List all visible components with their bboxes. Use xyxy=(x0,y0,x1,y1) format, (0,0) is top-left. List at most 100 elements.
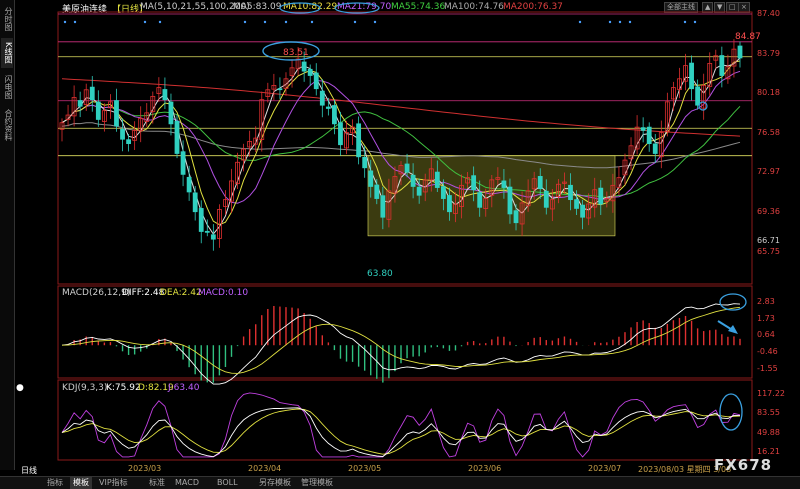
candle-body-57 xyxy=(404,163,410,173)
candle-body-24 xyxy=(204,230,210,233)
kdj-annotation-ellipse xyxy=(719,393,743,431)
signal-dot-15 xyxy=(693,20,697,24)
annotation-label-low: 63.80 xyxy=(367,269,393,279)
x-tick-0: 2023/03 xyxy=(128,464,162,473)
main-y-tick-6: 65.75 xyxy=(757,246,780,256)
bottom-tab-1[interactable]: 指标 xyxy=(44,477,66,489)
candle-body-53 xyxy=(380,195,386,218)
candle-body-58 xyxy=(410,174,416,187)
bottom-tab-3[interactable]: VIP指标 xyxy=(96,477,131,489)
main-y-tick-2: 80.18 xyxy=(757,88,780,98)
bottom-tab-7[interactable]: 另存模板 xyxy=(256,477,294,489)
candle-body-25 xyxy=(210,234,216,240)
macd-value: MACD:0.10 xyxy=(198,288,249,298)
signal-dot-4 xyxy=(243,20,247,24)
signal-dot-6 xyxy=(284,20,288,24)
main-y-tick-5: 69.36 xyxy=(757,207,780,217)
bottom-tab-2[interactable]: 模板 xyxy=(70,477,92,489)
macd-diff-line xyxy=(61,303,741,385)
candle-body-109 xyxy=(719,55,725,76)
kdj-k-line xyxy=(61,407,741,458)
macd-label: MACD(26,12,9) xyxy=(62,288,131,298)
candle-body-105 xyxy=(695,86,701,106)
x-tick-4: 2023/07 xyxy=(588,464,622,473)
macd-y-tick-3: -0.46 xyxy=(757,347,778,357)
candle-body-18 xyxy=(168,101,174,125)
candle-body-17 xyxy=(162,89,168,101)
candle-body-112 xyxy=(737,45,743,59)
main-y-tick-0: 87.40 xyxy=(757,9,780,18)
signal-dot-10 xyxy=(578,20,582,24)
candle-body-19 xyxy=(174,120,180,154)
bottom-tab-6[interactable]: BOLL xyxy=(214,477,241,489)
kdj-label: KDJ(9,3,3) xyxy=(62,383,108,393)
bottom-tab-0[interactable]: 日线 xyxy=(18,465,40,477)
macd-y-tick-2: 0.64 xyxy=(757,330,775,340)
bottom-toolbar: 日线 指标 模板 VIP指标 标准 MACD BOLL 另存模板 管理模板 xyxy=(0,466,800,489)
signal-dot-1 xyxy=(73,20,77,24)
kdj-j: J:63.40 xyxy=(168,383,200,393)
macd-dea: DEA:2.42 xyxy=(160,288,202,298)
candle-body-3 xyxy=(77,100,83,107)
candle-body-50 xyxy=(362,156,368,169)
candle-body-42 xyxy=(313,72,319,90)
main-y-tick-4: 72.97 xyxy=(757,167,780,177)
kdj-y-tick-1: 83.55 xyxy=(757,408,780,418)
candle-body-98 xyxy=(652,143,658,154)
bottom-tab-5[interactable]: MACD xyxy=(172,477,202,489)
bottom-tab-8[interactable]: 管理模板 xyxy=(298,477,336,489)
candle-body-85 xyxy=(574,199,579,209)
candle-body-5 xyxy=(89,86,95,101)
bottom-tab-4[interactable]: 标准 xyxy=(146,477,168,489)
candle-body-51 xyxy=(368,170,374,187)
signal-dot-5 xyxy=(263,20,267,24)
candle-body-43 xyxy=(319,90,325,106)
signal-dot-2 xyxy=(143,20,147,24)
watermark-logo: FX678 xyxy=(714,456,773,474)
candle-body-45 xyxy=(332,105,337,125)
macd-dea-line xyxy=(61,306,741,374)
macd-annotation-ellipse xyxy=(719,293,747,311)
candle-body-74 xyxy=(507,186,513,215)
candle-body-59 xyxy=(416,186,422,196)
signal-dot-3 xyxy=(158,20,162,24)
macd-y-tick-4: -1.55 xyxy=(757,364,778,374)
signal-dot-14 xyxy=(683,20,687,24)
macd-panel-frame xyxy=(57,285,753,379)
x-tick-2: 2023/05 xyxy=(348,464,382,473)
candle-body-75 xyxy=(513,210,519,224)
main-y-tick-1: 83.79 xyxy=(757,48,780,58)
signal-dot-0 xyxy=(63,20,67,24)
kdj-d-line xyxy=(61,408,741,455)
macd-arrow-head xyxy=(728,325,738,334)
main-panel-frame xyxy=(57,11,753,285)
macd-diff: DIFF:2.48 xyxy=(122,288,165,298)
x-tick-1: 2023/04 xyxy=(248,464,282,473)
candle-body-80 xyxy=(543,190,549,208)
signal-dot-7 xyxy=(310,20,314,24)
candle-body-89 xyxy=(598,187,604,205)
candle-body-96 xyxy=(640,127,646,131)
kdj-y-tick-0: 117.22 xyxy=(757,389,785,399)
macd-y-tick-0: 2.83 xyxy=(757,296,775,306)
candle-body-52 xyxy=(374,184,380,199)
candle-body-9 xyxy=(114,100,119,127)
candle-body-36 xyxy=(277,88,283,91)
candle-body-11 xyxy=(126,139,131,145)
kdj-y-tick-2: 49.88 xyxy=(757,427,780,437)
main-current-price: 66.71 xyxy=(757,236,780,246)
signal-dot-8 xyxy=(353,20,357,24)
kdj-marker: ● xyxy=(16,383,24,393)
candle-body-63 xyxy=(440,186,446,199)
candle-body-6 xyxy=(95,101,101,120)
candle-body-41 xyxy=(307,68,313,76)
candle-body-49 xyxy=(356,123,362,158)
x-tick-3: 2023/06 xyxy=(468,464,502,473)
candle-body-62 xyxy=(434,171,440,188)
signal-dot-13 xyxy=(628,20,632,24)
chart-canvas[interactable]: 83.51 84.87 63.80 xyxy=(0,0,800,488)
candle-body-21 xyxy=(186,176,192,193)
kdj-k: K:75.92 xyxy=(106,383,141,393)
candle-body-79 xyxy=(537,176,543,190)
candle-body-86 xyxy=(580,204,586,218)
